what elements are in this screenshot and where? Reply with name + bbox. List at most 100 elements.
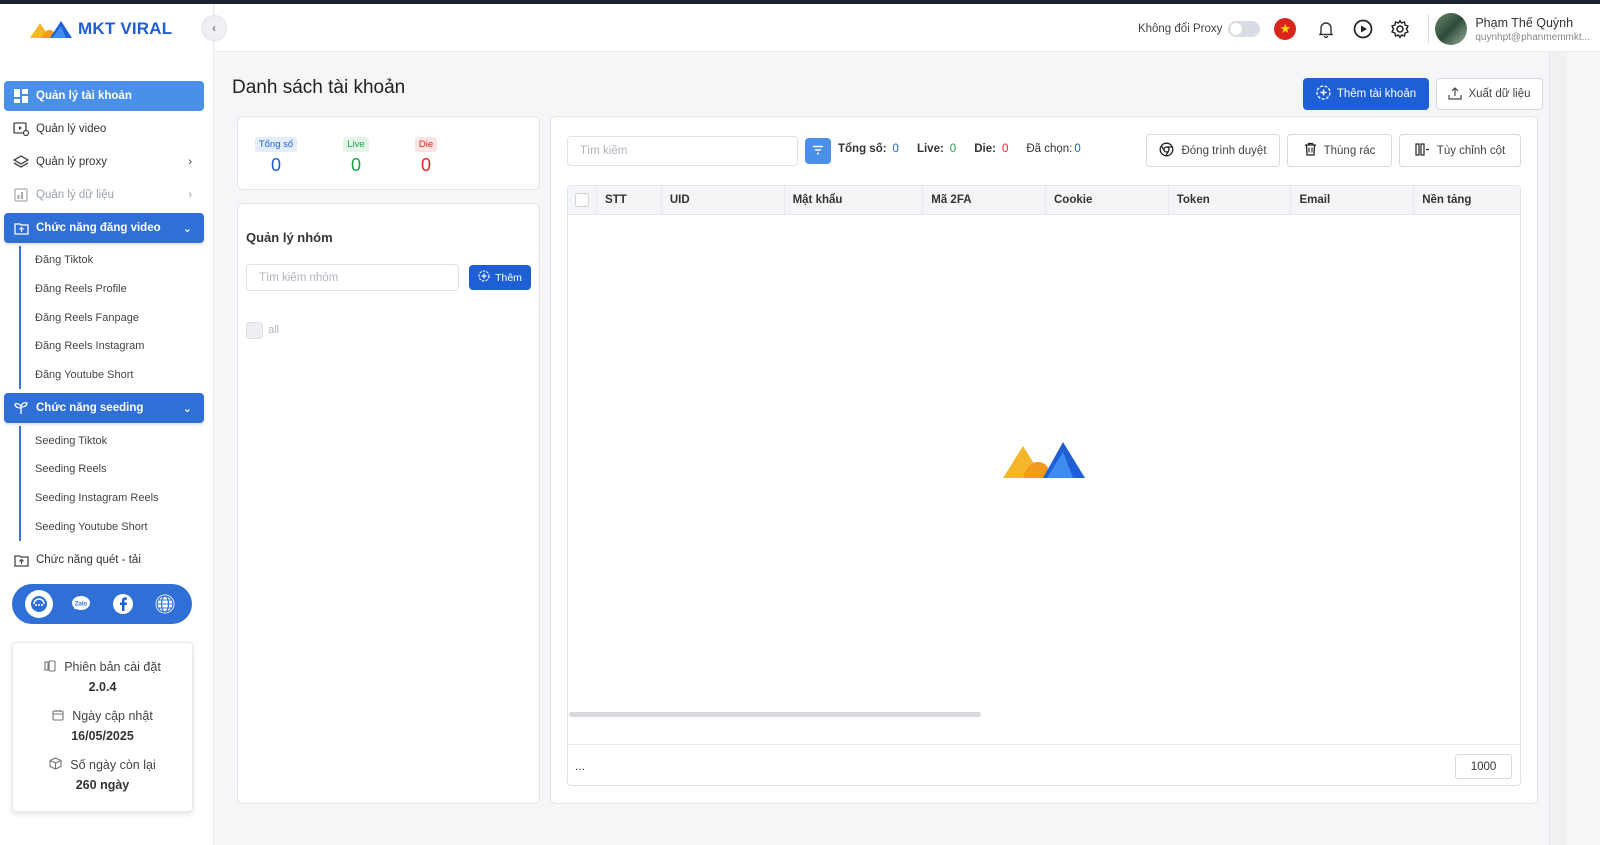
- pagination-ellipsis: ...: [575, 759, 586, 773]
- table-header: STT UID Mật khẩu Mã 2FA Cookie Token Ema…: [568, 186, 1520, 215]
- sidebar-item-label: Quản lý video: [36, 123, 107, 135]
- sidebar-item-proxy-management[interactable]: Quản lý proxy ›: [4, 147, 204, 177]
- zalo-icon[interactable]: Zalo: [67, 590, 95, 618]
- page-size-select[interactable]: 1000: [1455, 754, 1512, 779]
- social-links-bar: Zalo: [12, 584, 192, 624]
- bell-icon[interactable]: [1311, 14, 1341, 44]
- upload-icon: [1448, 86, 1463, 103]
- add-account-button[interactable]: Thêm tài khoản: [1303, 78, 1429, 110]
- version-label: Phiên bản cài đặt: [64, 660, 161, 674]
- sidebar-subitem-seeding-youtube-short[interactable]: Seeding Youtube Short: [21, 513, 204, 542]
- days-value: 260 ngày: [75, 778, 130, 792]
- chevron-down-icon: ⌄: [182, 222, 192, 235]
- sidebar-subitem-seeding-tiktok[interactable]: Seeding Tiktok: [21, 426, 204, 455]
- grid-icon: [13, 88, 29, 104]
- sidebar-submenu-seeding: Seeding Tiktok Seeding Reels Seeding Ins…: [19, 426, 204, 542]
- loading-logo-icon: [1001, 440, 1087, 485]
- export-label: Xuất dữ liệu: [1468, 88, 1531, 100]
- play-circle-icon[interactable]: [1348, 14, 1378, 44]
- avatar[interactable]: [1435, 13, 1468, 45]
- svg-text:Zalo: Zalo: [75, 602, 88, 608]
- sidebar-submenu-video: Đăng Tiktok Đăng Reels Profile Đăng Reel…: [19, 246, 204, 390]
- plus-circle-icon: [1316, 85, 1331, 103]
- total-count-label: Tổng số:: [838, 143, 887, 155]
- proxy-toggle[interactable]: [1228, 21, 1261, 37]
- stat-total: Tổng số 0: [251, 134, 301, 176]
- brand-logo[interactable]: MKT VIRAL: [28, 18, 172, 40]
- sidebar-item-account-management[interactable]: Quản lý tài khoản: [4, 81, 204, 111]
- column-header-uid[interactable]: UID: [662, 186, 785, 215]
- add-account-label: Thêm tài khoản: [1336, 88, 1417, 100]
- column-header-2fa[interactable]: Mã 2FA: [923, 186, 1046, 215]
- filter-button[interactable]: [805, 138, 831, 164]
- sidebar-section-label: Chức năng đăng video: [36, 222, 161, 234]
- user-info[interactable]: Phạm Thế Quỳnh quynhpt@phanmemmkt...: [1475, 16, 1590, 43]
- table-footer: ... 1000: [568, 744, 1520, 785]
- sidebar-item-label: Quản lý proxy: [36, 156, 107, 168]
- sidebar-item-scan-download[interactable]: Chức năng quét - tải: [4, 545, 204, 575]
- sidebar-collapse-button[interactable]: ‹: [201, 15, 227, 41]
- account-search-input[interactable]: [567, 136, 798, 166]
- group-all-checkbox[interactable]: [246, 322, 263, 339]
- sidebar-item-label: Chức năng quét - tải: [36, 554, 141, 567]
- globe-icon[interactable]: [151, 590, 179, 618]
- calendar-icon: [52, 709, 64, 724]
- customize-columns-button[interactable]: Tùy chỉnh cột: [1399, 134, 1521, 167]
- update-label: Ngày cập nhật: [72, 709, 153, 723]
- sidebar-item-label: Quản lý dữ liệu: [36, 189, 115, 201]
- column-header-token[interactable]: Token: [1169, 186, 1292, 215]
- support-chat-icon[interactable]: [25, 590, 53, 618]
- selected-count-value: 0: [1074, 143, 1081, 155]
- filter-icon: [812, 142, 824, 160]
- sidebar-subitem-post-tiktok[interactable]: Đăng Tiktok: [21, 246, 204, 275]
- column-header-password[interactable]: Mật khẩu: [785, 186, 924, 215]
- user-email: quynhpt@phanmemmkt...: [1475, 31, 1590, 43]
- trash-button[interactable]: Thùng rác: [1287, 134, 1392, 167]
- sidebar-subitem-post-reels-profile[interactable]: Đăng Reels Profile: [21, 275, 204, 304]
- sidebar-subitem-post-reels-instagram[interactable]: Đăng Reels Instagram: [21, 332, 204, 361]
- stat-live: Live 0: [331, 134, 381, 176]
- horizontal-scrollbar[interactable]: [569, 712, 981, 717]
- box-icon: [49, 757, 62, 773]
- add-group-label: Thêm: [495, 271, 522, 284]
- sidebar-section-video-posting[interactable]: Chức năng đăng video ⌄: [4, 213, 204, 243]
- update-value: 16/05/2025: [71, 729, 134, 743]
- chevron-down-icon: ⌄: [182, 402, 192, 415]
- days-row: Số ngày còn lại: [13, 755, 192, 775]
- group-management-card: [237, 203, 540, 804]
- user-name: Phạm Thế Quỳnh: [1475, 15, 1574, 30]
- export-data-button[interactable]: Xuất dữ liệu: [1436, 78, 1543, 110]
- chart-icon: [13, 187, 29, 203]
- customize-columns-label: Tùy chỉnh cột: [1436, 144, 1506, 157]
- vietnam-flag-icon[interactable]: ★: [1274, 18, 1297, 40]
- update-row: Ngày cập nhật: [13, 706, 192, 726]
- live-count-value: 0: [949, 143, 957, 155]
- sidebar-subitem-seeding-instagram-reels[interactable]: Seeding Instagram Reels: [21, 484, 204, 513]
- gear-icon[interactable]: [1385, 14, 1415, 44]
- live-count-label: Live:: [916, 143, 944, 155]
- close-browser-label: Đóng trình duyệt: [1181, 144, 1267, 157]
- columns-icon: [1415, 142, 1430, 159]
- stat-total-label: Tổng số: [254, 137, 298, 152]
- stat-die-value: 0: [420, 155, 431, 175]
- column-header-platform[interactable]: Nền tảng: [1414, 186, 1520, 215]
- vertical-scrollbar[interactable]: [1549, 52, 1567, 845]
- sidebar-subitem-post-youtube-short[interactable]: Đăng Youtube Short: [21, 361, 204, 390]
- version-icon: [44, 659, 56, 675]
- sidebar-item-video-management[interactable]: Quản lý video: [4, 114, 204, 144]
- column-header-cookie[interactable]: Cookie: [1046, 186, 1169, 215]
- column-header-email[interactable]: Email: [1291, 186, 1415, 215]
- accounts-table: STT UID Mật khẩu Mã 2FA Cookie Token Ema…: [567, 185, 1521, 786]
- facebook-icon[interactable]: [109, 590, 137, 618]
- sidebar-subitem-post-reels-fanpage[interactable]: Đăng Reels Fanpage: [21, 303, 204, 332]
- add-group-button[interactable]: Thêm: [469, 265, 531, 290]
- sidebar-subitem-seeding-reels[interactable]: Seeding Reels: [21, 455, 204, 484]
- close-browser-button[interactable]: Đóng trình duyệt: [1146, 134, 1280, 167]
- column-header-stt[interactable]: STT: [597, 186, 662, 215]
- sidebar-section-seeding[interactable]: Chức năng seeding ⌄: [4, 393, 204, 424]
- chevron-left-icon: ‹: [212, 21, 216, 35]
- group-search-input[interactable]: [246, 264, 459, 291]
- logo-icon: [30, 21, 72, 38]
- sidebar-item-data-management[interactable]: Quản lý dữ liệu ›: [4, 180, 204, 210]
- select-all-checkbox[interactable]: [575, 193, 589, 207]
